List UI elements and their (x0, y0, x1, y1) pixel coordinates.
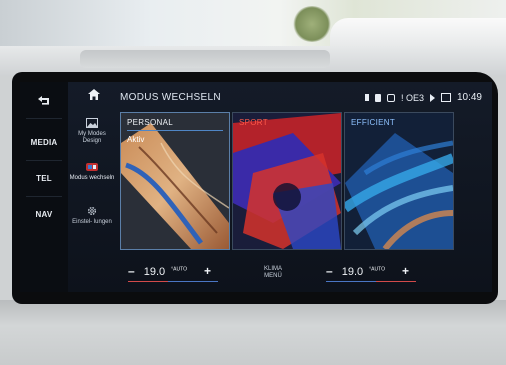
temperature-value-left: 19.0 (143, 266, 166, 278)
modes-side-menu: My Modes Design Modus wechseln Einstel- … (68, 118, 116, 248)
side-item-my-modes-design[interactable]: My Modes Design (68, 118, 116, 145)
gear-icon (88, 207, 96, 215)
temp-decrease-button-right[interactable]: – (326, 264, 333, 278)
mode-title: PERSONAL (127, 118, 173, 127)
mode-card-sport[interactable]: SPORT (232, 112, 342, 250)
personal-artwork (121, 113, 229, 249)
temp-bar-blue-left (168, 281, 218, 282)
status-icons: ! OE3 10:49 (364, 92, 482, 103)
image-icon (86, 118, 98, 128)
rail-divider (26, 160, 62, 161)
climate-label-line2: MENÜ (264, 273, 282, 279)
radio-station: ! OE3 (400, 92, 424, 103)
mute-icon (429, 93, 435, 102)
left-rail: MEDIA TEL NAV (20, 82, 68, 292)
side-item-modus-wechseln[interactable]: Modus wechseln (68, 162, 116, 182)
temp-increase-button-right[interactable]: + (402, 264, 409, 278)
mode-card-personal[interactable]: PERSONAL Aktiv (120, 112, 230, 250)
temp-bar-blue-right (326, 281, 376, 282)
right-temperature-control: – 19.0 °AUTO + (326, 264, 409, 278)
mode-status: Aktiv (127, 135, 145, 144)
rail-divider (26, 118, 62, 119)
seat-heating-icon (386, 93, 395, 102)
battery-icon (364, 94, 369, 101)
side-item-label: My Modes Design (78, 131, 106, 144)
home-icon[interactable] (88, 89, 100, 100)
background-tree (292, 6, 332, 42)
air-vent (80, 50, 330, 68)
temp-bar-red-right (376, 281, 416, 282)
rail-item-tel[interactable]: TEL (20, 174, 68, 183)
temp-bar-red-left (128, 281, 168, 282)
dashboard-bottom (0, 300, 506, 365)
temp-decrease-button-left[interactable]: – (128, 264, 135, 278)
left-temperature-control: – 19.0 °AUTO + (128, 264, 211, 278)
side-item-einstellungen[interactable]: Einstel- lungen (68, 206, 116, 226)
efficient-artwork (345, 113, 453, 249)
back-icon (38, 96, 49, 105)
climate-menu-button[interactable]: KLIMA MENÜ (264, 266, 282, 280)
status-bar: MODUS WECHSELN ! OE3 10:49 (68, 82, 492, 104)
phone-icon (374, 93, 381, 102)
sport-artwork (233, 113, 341, 249)
mode-accent-line (127, 130, 223, 131)
page-title: MODUS WECHSELN (120, 92, 221, 103)
back-button[interactable] (20, 96, 68, 108)
clock: 10:49 (456, 92, 482, 103)
mode-card-efficient[interactable]: EFFICIENT (344, 112, 454, 250)
infotainment-screen: MEDIA TEL NAV MODUS WECHSELN ! OE3 10:49 (20, 82, 492, 292)
mode-title: EFFICIENT (351, 118, 396, 127)
rail-item-media[interactable]: MEDIA (20, 138, 68, 147)
modes-icon (86, 163, 98, 171)
rail-item-nav[interactable]: NAV (20, 210, 68, 219)
temp-increase-button-left[interactable]: + (204, 264, 211, 278)
climate-label-line1: KLIMA (264, 266, 283, 272)
rail-divider (26, 196, 62, 197)
temperature-value-right: 19.0 (341, 266, 364, 278)
side-item-label: Einstel- lungen (72, 219, 112, 225)
climate-bar: – 19.0 °AUTO + KLIMA MENÜ – 19.0 °AUTO + (68, 258, 492, 292)
side-item-label: Modus wechseln (69, 175, 115, 181)
message-icon (440, 93, 451, 102)
mode-title: SPORT (239, 118, 268, 127)
temperature-unit-right: °AUTO (369, 266, 385, 273)
temperature-unit-left: °AUTO (171, 266, 187, 273)
